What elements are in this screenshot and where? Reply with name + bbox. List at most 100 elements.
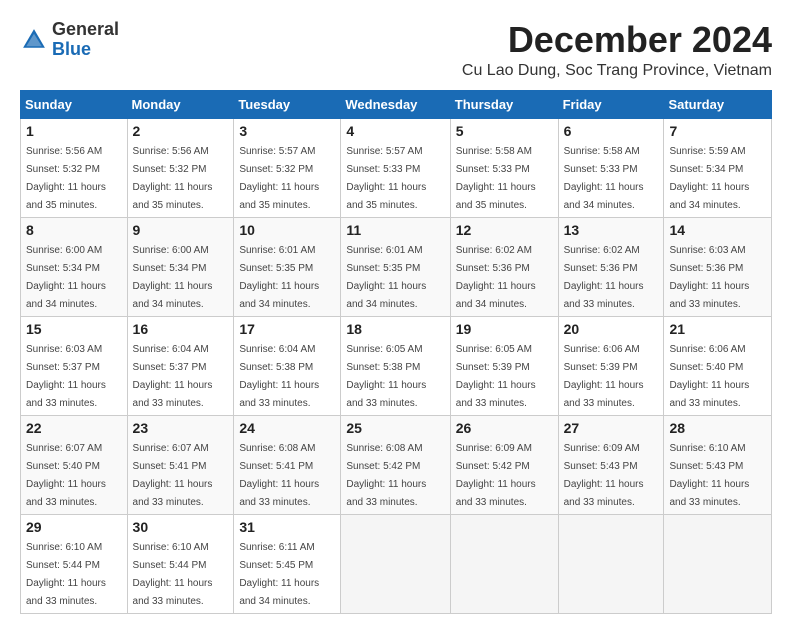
page-header: General Blue December 2024 Cu Lao Dung, … (20, 20, 772, 80)
day-cell: 8 Sunrise: 6:00 AM Sunset: 5:34 PM Daylig… (21, 217, 128, 316)
day-number: 27 (564, 420, 659, 436)
logo-general: General (52, 19, 119, 39)
day-number: 17 (239, 321, 335, 337)
header-row: SundayMondayTuesdayWednesdayThursdayFrid… (21, 90, 772, 118)
day-info: Sunrise: 6:09 AM Sunset: 5:43 PM Dayligh… (564, 443, 644, 508)
day-number: 9 (133, 222, 229, 238)
day-number: 15 (26, 321, 122, 337)
day-number: 8 (26, 222, 122, 238)
day-info: Sunrise: 5:56 AM Sunset: 5:32 PM Dayligh… (133, 146, 213, 211)
header-cell-thursday: Thursday (450, 90, 558, 118)
day-cell: 16 Sunrise: 6:04 AM Sunset: 5:37 PM Dayli… (127, 316, 234, 415)
day-info: Sunrise: 6:09 AM Sunset: 5:42 PM Dayligh… (456, 443, 536, 508)
day-info: Sunrise: 6:05 AM Sunset: 5:39 PM Dayligh… (456, 344, 536, 409)
day-cell: 14 Sunrise: 6:03 AM Sunset: 5:36 PM Dayli… (664, 217, 772, 316)
logo-text: General Blue (52, 20, 119, 60)
header-cell-saturday: Saturday (664, 90, 772, 118)
day-number: 31 (239, 519, 335, 535)
header-cell-friday: Friday (558, 90, 664, 118)
day-cell: 4Sunrise: 5:57 AM Sunset: 5:33 PM Daylig… (341, 118, 450, 217)
day-info: Sunrise: 5:56 AM Sunset: 5:32 PM Dayligh… (26, 146, 106, 211)
day-number: 16 (133, 321, 229, 337)
day-cell: 7Sunrise: 5:59 AM Sunset: 5:34 PM Daylig… (664, 118, 772, 217)
day-info: Sunrise: 5:58 AM Sunset: 5:33 PM Dayligh… (564, 146, 644, 211)
day-info: Sunrise: 5:58 AM Sunset: 5:33 PM Dayligh… (456, 146, 536, 211)
week-row-5: 29 Sunrise: 6:10 AM Sunset: 5:44 PM Dayli… (21, 514, 772, 613)
day-number: 26 (456, 420, 553, 436)
day-number: 2 (133, 123, 229, 139)
day-info: Sunrise: 6:01 AM Sunset: 5:35 PM Dayligh… (346, 245, 426, 310)
calendar-subtitle: Cu Lao Dung, Soc Trang Province, Vietnam (462, 62, 772, 80)
day-cell: 12 Sunrise: 6:02 AM Sunset: 5:36 PM Dayli… (450, 217, 558, 316)
day-info: Sunrise: 6:05 AM Sunset: 5:38 PM Dayligh… (346, 344, 426, 409)
day-info: Sunrise: 6:10 AM Sunset: 5:44 PM Dayligh… (133, 542, 213, 607)
day-cell: 31Sunrise: 6:11 AM Sunset: 5:45 PM Dayli… (234, 514, 341, 613)
day-cell: 1 Sunrise: 5:56 AM Sunset: 5:32 PM Daylig… (21, 118, 128, 217)
day-info: Sunrise: 6:06 AM Sunset: 5:40 PM Dayligh… (669, 344, 749, 409)
day-info: Sunrise: 6:04 AM Sunset: 5:37 PM Dayligh… (133, 344, 213, 409)
day-cell: 13Sunrise: 6:02 AM Sunset: 5:36 PM Dayli… (558, 217, 664, 316)
day-cell: 2 Sunrise: 5:56 AM Sunset: 5:32 PM Daylig… (127, 118, 234, 217)
day-number: 5 (456, 123, 553, 139)
day-number: 6 (564, 123, 659, 139)
day-number: 25 (346, 420, 444, 436)
week-row-2: 8 Sunrise: 6:00 AM Sunset: 5:34 PM Daylig… (21, 217, 772, 316)
day-cell: 10Sunrise: 6:01 AM Sunset: 5:35 PM Dayli… (234, 217, 341, 316)
day-info: Sunrise: 6:03 AM Sunset: 5:36 PM Dayligh… (669, 245, 749, 310)
day-cell: 26 Sunrise: 6:09 AM Sunset: 5:42 PM Dayli… (450, 415, 558, 514)
day-info: Sunrise: 6:08 AM Sunset: 5:42 PM Dayligh… (346, 443, 426, 508)
day-number: 20 (564, 321, 659, 337)
day-cell: 27 Sunrise: 6:09 AM Sunset: 5:43 PM Dayli… (558, 415, 664, 514)
day-info: Sunrise: 6:10 AM Sunset: 5:43 PM Dayligh… (669, 443, 749, 508)
day-cell: 3 Sunrise: 5:57 AM Sunset: 5:32 PM Daylig… (234, 118, 341, 217)
day-cell: 24 Sunrise: 6:08 AM Sunset: 5:41 PM Dayli… (234, 415, 341, 514)
day-info: Sunrise: 6:06 AM Sunset: 5:39 PM Dayligh… (564, 344, 644, 409)
day-number: 24 (239, 420, 335, 436)
logo-blue: Blue (52, 39, 91, 59)
day-cell: 28 Sunrise: 6:10 AM Sunset: 5:43 PM Dayli… (664, 415, 772, 514)
day-info: Sunrise: 6:02 AM Sunset: 5:36 PM Dayligh… (456, 245, 536, 310)
day-number: 28 (669, 420, 766, 436)
day-cell: 29 Sunrise: 6:10 AM Sunset: 5:44 PM Dayli… (21, 514, 128, 613)
day-info: Sunrise: 5:59 AM Sunset: 5:34 PM Dayligh… (669, 146, 749, 211)
day-info: Sunrise: 6:07 AM Sunset: 5:40 PM Dayligh… (26, 443, 106, 508)
week-row-3: 15 Sunrise: 6:03 AM Sunset: 5:37 PM Dayli… (21, 316, 772, 415)
day-cell: 21Sunrise: 6:06 AM Sunset: 5:40 PM Dayli… (664, 316, 772, 415)
day-number: 14 (669, 222, 766, 238)
day-info: Sunrise: 5:57 AM Sunset: 5:33 PM Dayligh… (346, 146, 426, 211)
day-number: 3 (239, 123, 335, 139)
day-number: 19 (456, 321, 553, 337)
day-info: Sunrise: 6:00 AM Sunset: 5:34 PM Dayligh… (26, 245, 106, 310)
day-number: 22 (26, 420, 122, 436)
calendar-table: SundayMondayTuesdayWednesdayThursdayFrid… (20, 90, 772, 614)
week-row-1: 1 Sunrise: 5:56 AM Sunset: 5:32 PM Daylig… (21, 118, 772, 217)
day-info: Sunrise: 6:04 AM Sunset: 5:38 PM Dayligh… (239, 344, 319, 409)
day-info: Sunrise: 6:03 AM Sunset: 5:37 PM Dayligh… (26, 344, 106, 409)
day-info: Sunrise: 5:57 AM Sunset: 5:32 PM Dayligh… (239, 146, 319, 211)
day-cell: 30 Sunrise: 6:10 AM Sunset: 5:44 PM Dayli… (127, 514, 234, 613)
header-cell-wednesday: Wednesday (341, 90, 450, 118)
day-cell: 6 Sunrise: 5:58 AM Sunset: 5:33 PM Daylig… (558, 118, 664, 217)
day-info: Sunrise: 6:08 AM Sunset: 5:41 PM Dayligh… (239, 443, 319, 508)
day-number: 18 (346, 321, 444, 337)
day-cell: 22 Sunrise: 6:07 AM Sunset: 5:40 PM Dayli… (21, 415, 128, 514)
header-cell-sunday: Sunday (21, 90, 128, 118)
day-cell (341, 514, 450, 613)
day-cell: 11 Sunrise: 6:01 AM Sunset: 5:35 PM Dayli… (341, 217, 450, 316)
day-info: Sunrise: 6:00 AM Sunset: 5:34 PM Dayligh… (133, 245, 213, 310)
day-number: 12 (456, 222, 553, 238)
day-info: Sunrise: 6:10 AM Sunset: 5:44 PM Dayligh… (26, 542, 106, 607)
day-cell (450, 514, 558, 613)
day-cell: 23Sunrise: 6:07 AM Sunset: 5:41 PM Dayli… (127, 415, 234, 514)
day-number: 1 (26, 123, 122, 139)
day-number: 29 (26, 519, 122, 535)
week-row-4: 22 Sunrise: 6:07 AM Sunset: 5:40 PM Dayli… (21, 415, 772, 514)
day-number: 11 (346, 222, 444, 238)
day-info: Sunrise: 6:02 AM Sunset: 5:36 PM Dayligh… (564, 245, 644, 310)
title-area: December 2024 Cu Lao Dung, Soc Trang Pro… (462, 20, 772, 80)
day-cell: 9 Sunrise: 6:00 AM Sunset: 5:34 PM Daylig… (127, 217, 234, 316)
day-cell: 15 Sunrise: 6:03 AM Sunset: 5:37 PM Dayli… (21, 316, 128, 415)
header-cell-monday: Monday (127, 90, 234, 118)
day-number: 30 (133, 519, 229, 535)
header-cell-tuesday: Tuesday (234, 90, 341, 118)
